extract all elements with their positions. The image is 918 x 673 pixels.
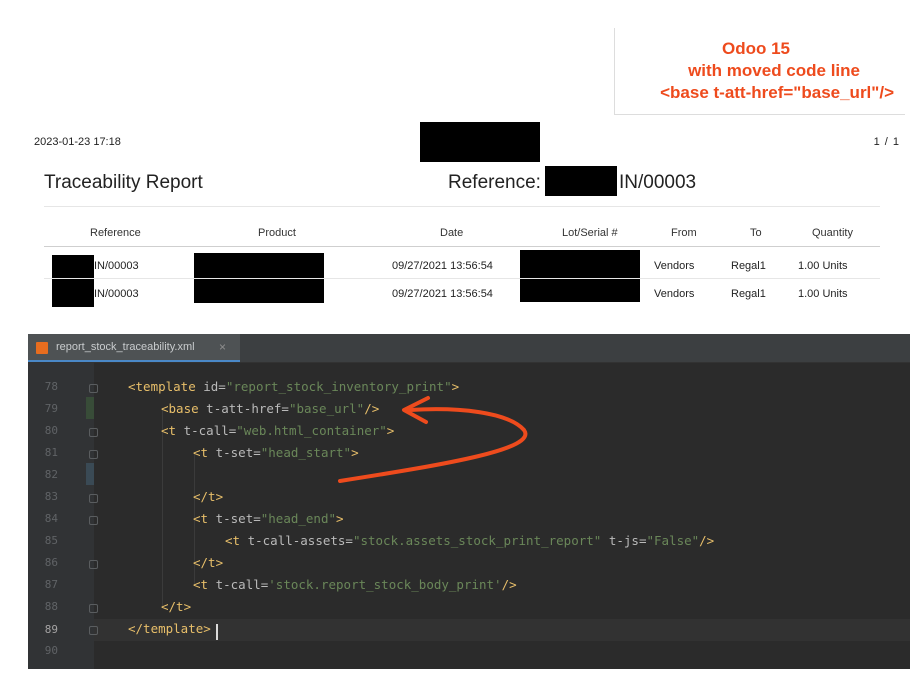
print-date: 2023-01-23 17:18 [34, 136, 121, 148]
annotation-title: Odoo 15 [721, 39, 790, 58]
row2-quantity: 1.00 Units [798, 288, 848, 300]
col-header-from: From [671, 227, 697, 239]
divider [44, 206, 880, 207]
header-divider [44, 246, 880, 247]
col-header-quantity: Quantity [812, 227, 853, 239]
row2-reference: IN/00003 [94, 288, 139, 300]
annotation-subtitle: with moved code line [688, 61, 860, 80]
code-editor[interactable]: report_stock_traceability.xml × 78 79 80… [28, 334, 910, 669]
page-number: 1 / 1 [873, 136, 900, 148]
row1-date: 09/27/2021 13:56:54 [392, 260, 493, 272]
annotation-arrow [338, 396, 528, 483]
col-header-reference: Reference [90, 227, 141, 239]
reference-label: Reference: [448, 172, 541, 193]
col-header-product: Product [258, 227, 296, 239]
row2-to: Regal1 [731, 288, 766, 300]
arrow-curve [338, 407, 528, 483]
redacted-cell [52, 281, 94, 307]
redacted-product [194, 281, 324, 303]
annotation-code: <base t-att-href="base_url"/> [660, 83, 894, 102]
row2-from: Vendors [654, 288, 695, 300]
row1-reference: IN/00003 [94, 260, 139, 272]
row1-quantity: 1.00 Units [798, 260, 848, 272]
reference-value: IN/00003 [619, 172, 697, 193]
col-header-to: To [750, 227, 762, 239]
row1-to: Regal1 [731, 260, 766, 272]
report-preview: 2023-01-23 17:18 1 / 1 Traceability Repo… [20, 118, 900, 308]
report-title: Traceability Report [44, 172, 203, 193]
row1-from: Vendors [654, 260, 695, 272]
row-divider [44, 278, 880, 279]
redacted-logo [420, 122, 540, 162]
redacted-lot [520, 284, 640, 302]
redacted-reference [545, 166, 617, 196]
row2-date: 09/27/2021 13:56:54 [392, 288, 493, 300]
col-header-lot: Lot/Serial # [562, 227, 618, 239]
col-header-date: Date [440, 227, 464, 239]
